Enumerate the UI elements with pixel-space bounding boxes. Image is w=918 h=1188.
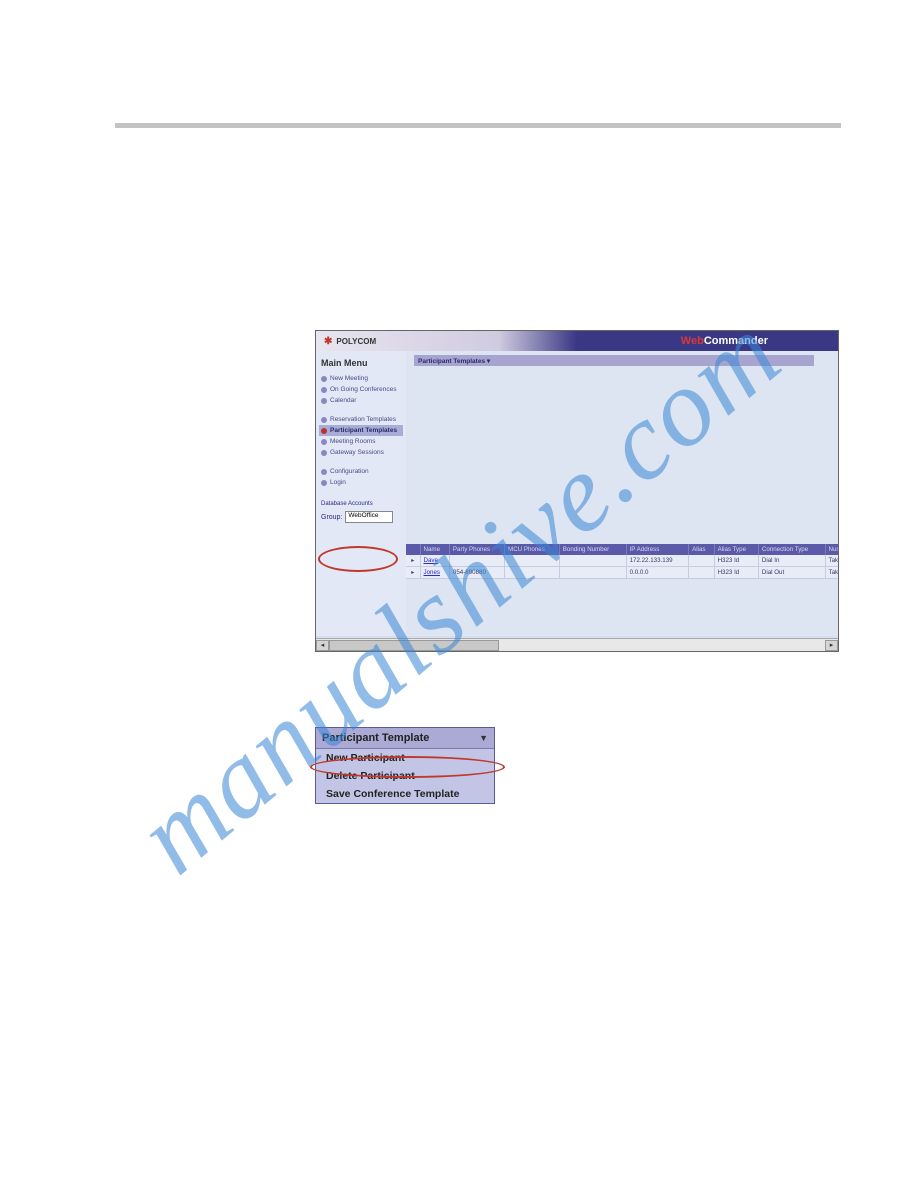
nav-calendar[interactable]: Calendar xyxy=(319,395,403,406)
main-content: Participant Templates ▾ Name Party Phone… xyxy=(406,351,838,636)
group-select[interactable]: WebOffice xyxy=(345,511,393,523)
cell-alias xyxy=(689,555,715,567)
cell-party: 054-890880 xyxy=(449,567,504,579)
nav-configuration[interactable]: Configuration xyxy=(319,466,403,477)
sidebar: Main Menu New Meeting On Going Conferenc… xyxy=(316,351,406,636)
nav-label: Calendar xyxy=(330,397,356,404)
th-mcu-phones[interactable]: MCU Phones xyxy=(505,544,560,555)
group-label: Group: xyxy=(321,514,342,521)
bullet-icon xyxy=(321,398,327,404)
cell-ip: 0.0.0.0 xyxy=(626,567,689,579)
toolbar-label: Participant Templates ▾ xyxy=(418,357,490,365)
app-title: WebCommander xyxy=(681,335,768,347)
table-row[interactable]: ▸ Jones 054-890880 0.0.0.0 H323 Id Dial … xyxy=(406,567,839,579)
menu-body: New Participant Delete Participant Save … xyxy=(316,749,494,803)
horizontal-scrollbar[interactable]: ◂ ▸ xyxy=(316,638,838,651)
cell-name[interactable]: Jones xyxy=(420,567,449,579)
th-ip[interactable]: IP Address xyxy=(626,544,689,555)
th-alias-type[interactable]: Alias Type xyxy=(714,544,758,555)
page-divider xyxy=(115,123,841,128)
th-bonding[interactable]: Bonding Number xyxy=(559,544,626,555)
cell-party xyxy=(449,555,504,567)
bullet-icon xyxy=(321,480,327,486)
title-web: Web xyxy=(681,335,704,347)
bullet-icon xyxy=(321,417,327,423)
bullet-icon xyxy=(321,469,327,475)
nav-label: On Going Conferences xyxy=(330,386,396,393)
menu-header-label: Participant Template xyxy=(322,732,429,744)
cell-ip: 172.22.133.139 xyxy=(626,555,689,567)
cell-mcu xyxy=(505,555,560,567)
cell-alias xyxy=(689,567,715,579)
nav-label: Meeting Rooms xyxy=(330,438,376,445)
cell-numtype: Taken from service xyxy=(825,555,839,567)
nav-label: Reservation Templates xyxy=(330,416,396,423)
sidebar-heading: Main Menu xyxy=(319,355,403,373)
cell-name[interactable]: Dave xyxy=(420,555,449,567)
th-alias[interactable]: Alias xyxy=(689,544,715,555)
th-name[interactable]: Name xyxy=(420,544,449,555)
nav-label: New Meeting xyxy=(330,375,368,382)
participant-table: Name Party Phones MCU Phones Bonding Num… xyxy=(406,544,839,579)
cell-aliastype: H323 Id xyxy=(714,567,758,579)
th-icon xyxy=(406,544,420,555)
app-header: ✱ POLYCOM WebCommander xyxy=(316,331,838,351)
bullet-icon xyxy=(321,376,327,382)
nav-reservation-templates[interactable]: Reservation Templates xyxy=(319,414,403,425)
nav-meeting-rooms[interactable]: Meeting Rooms xyxy=(319,436,403,447)
nav-label: Gateway Sessions xyxy=(330,449,384,456)
cell-conn: Dial In xyxy=(758,555,825,567)
bullet-icon xyxy=(321,439,327,445)
bullet-icon xyxy=(321,387,327,393)
th-num-type[interactable]: Num Type xyxy=(825,544,839,555)
row-icon[interactable]: ▸ xyxy=(406,555,420,567)
bullet-icon xyxy=(321,428,327,434)
webcommander-window: ✱ POLYCOM WebCommander Main Menu New Mee… xyxy=(315,330,839,652)
table-row[interactable]: ▸ Dave 172.22.133.139 H323 Id Dial In Ta… xyxy=(406,555,839,567)
nav-ongoing[interactable]: On Going Conferences xyxy=(319,384,403,395)
chevron-down-icon: ▼ xyxy=(479,733,488,743)
db-label: Database Accounts xyxy=(319,498,403,508)
vendor-name: POLYCOM xyxy=(336,337,376,346)
title-commander: Commander xyxy=(704,335,768,347)
content-toolbar[interactable]: Participant Templates ▾ xyxy=(414,355,814,366)
scroll-right-button[interactable]: ▸ xyxy=(825,640,838,651)
nav-label: Configuration xyxy=(330,468,369,475)
cell-bonding xyxy=(559,555,626,567)
nav-label: Participant Templates xyxy=(330,427,397,434)
scroll-left-button[interactable]: ◂ xyxy=(316,640,329,651)
menu-header[interactable]: Participant Template ▼ xyxy=(316,728,494,749)
nav-gateway-sessions[interactable]: Gateway Sessions xyxy=(319,447,403,458)
nav-new-meeting[interactable]: New Meeting xyxy=(319,373,403,384)
menu-delete-participant[interactable]: Delete Participant xyxy=(316,767,494,785)
cell-mcu xyxy=(505,567,560,579)
menu-new-participant[interactable]: New Participant xyxy=(316,749,494,767)
nav-participant-templates[interactable]: Participant Templates xyxy=(319,425,403,436)
th-party-phones[interactable]: Party Phones xyxy=(449,544,504,555)
th-conn-type[interactable]: Connection Type xyxy=(758,544,825,555)
polycom-icon: ✱ xyxy=(324,336,332,347)
participant-template-menu: Participant Template ▼ New Participant D… xyxy=(315,727,495,804)
group-row: Group: WebOffice xyxy=(319,508,403,526)
scroll-thumb[interactable] xyxy=(329,640,499,651)
cell-aliastype: H323 Id xyxy=(714,555,758,567)
nav-label: Login xyxy=(330,479,346,486)
nav-login[interactable]: Login xyxy=(319,477,403,488)
row-icon[interactable]: ▸ xyxy=(406,567,420,579)
bullet-icon xyxy=(321,450,327,456)
cell-bonding xyxy=(559,567,626,579)
scroll-track[interactable] xyxy=(329,640,825,651)
cell-conn: Dial Out xyxy=(758,567,825,579)
menu-save-conference-template[interactable]: Save Conference Template xyxy=(316,785,494,803)
vendor-logo: ✱ POLYCOM xyxy=(324,336,376,347)
cell-numtype: Taken from service xyxy=(825,567,839,579)
